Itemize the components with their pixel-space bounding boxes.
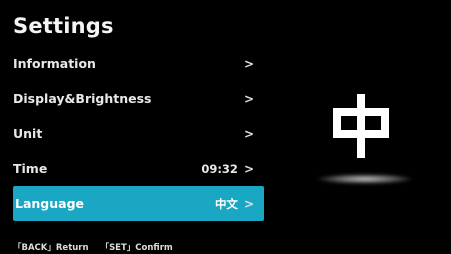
- menu-item-information[interactable]: Information >: [13, 46, 264, 81]
- glyph-reflection: [318, 174, 412, 184]
- settings-screen: Settings Information > Display&Brightnes…: [0, 0, 451, 254]
- back-hint: 「BACK」Return: [13, 243, 89, 253]
- menu-item-label: Time: [13, 161, 48, 176]
- menu-item-label: Information: [13, 56, 96, 71]
- page-title: Settings: [13, 14, 114, 38]
- set-hint: 「SET」Confirm: [100, 243, 173, 253]
- zhong-glyph-svg: [333, 94, 389, 158]
- chevron-right-icon: >: [243, 126, 254, 141]
- menu-item-language[interactable]: Language 中文 >: [13, 186, 264, 221]
- menu-item-label: Display&Brightness: [13, 91, 152, 106]
- menu-item-right: >: [238, 57, 254, 71]
- chevron-right-icon: >: [243, 56, 254, 71]
- settings-menu: Information > Display&Brightness > Unit …: [13, 46, 264, 221]
- menu-item-right: >: [238, 92, 254, 106]
- chinese-character-icon: [329, 94, 393, 162]
- menu-item-label: Unit: [13, 126, 43, 141]
- menu-item-right: >: [238, 127, 254, 141]
- button-hints: 「BACK」Return 「SET」Confirm: [13, 241, 173, 253]
- chevron-right-icon: >: [243, 91, 254, 106]
- menu-item-value: 09:32: [201, 161, 238, 176]
- menu-item-label: Language: [15, 196, 85, 211]
- menu-item-unit[interactable]: Unit >: [13, 116, 264, 151]
- menu-item-right: 09:32 >: [201, 162, 254, 176]
- menu-item-right: 中文 >: [215, 196, 254, 212]
- chevron-right-icon: >: [243, 161, 254, 176]
- chevron-right-icon: >: [243, 196, 254, 211]
- menu-item-value: 中文: [214, 196, 238, 211]
- menu-item-time[interactable]: Time 09:32 >: [13, 151, 264, 186]
- menu-item-display-brightness[interactable]: Display&Brightness >: [13, 81, 264, 116]
- language-preview: [300, 86, 422, 196]
